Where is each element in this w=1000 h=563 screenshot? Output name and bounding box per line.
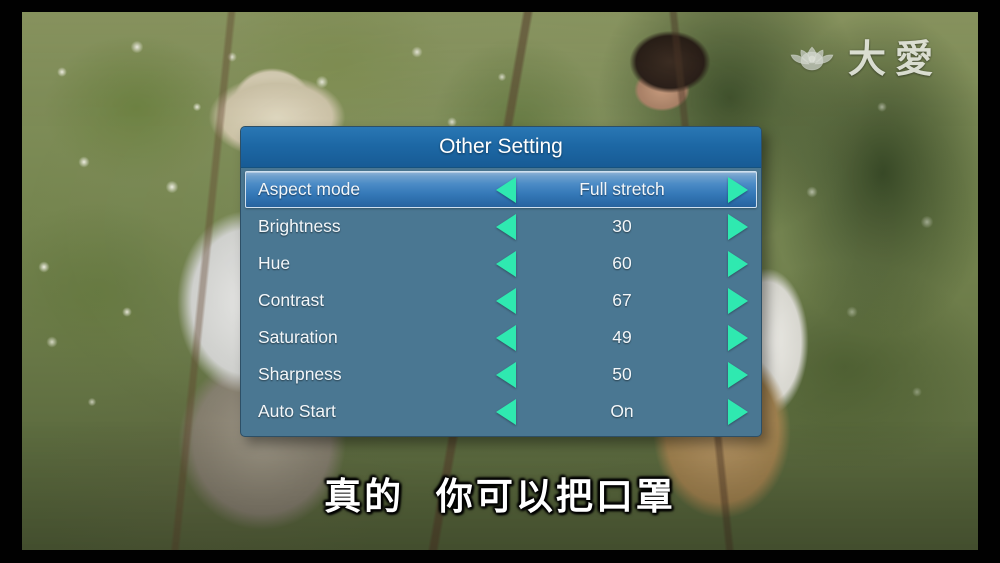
decrease-arrow-left-icon[interactable] [496, 287, 516, 314]
other-setting-panel[interactable]: Other Setting Aspect mode Full stretch Bri… [240, 126, 762, 437]
decrease-arrow-left-icon[interactable] [496, 176, 516, 203]
setting-label: Hue [258, 253, 291, 273]
decrease-arrow-left-icon[interactable] [496, 398, 516, 425]
increase-arrow-right-icon[interactable] [728, 287, 748, 314]
setting-label: Aspect mode [258, 179, 361, 199]
setting-row-auto-start[interactable]: Auto Start On [245, 393, 757, 430]
increase-arrow-right-icon[interactable] [728, 213, 748, 240]
tv-screen: 大愛 真的 你可以把口罩 Other Setting Aspect mode Fu… [0, 0, 1000, 563]
increase-arrow-right-icon[interactable] [728, 176, 748, 203]
setting-row-brightness[interactable]: Brightness 30 [245, 208, 757, 245]
setting-row-saturation[interactable]: Saturation 49 [245, 319, 757, 356]
setting-value: 49 [612, 327, 632, 347]
setting-label: Auto Start [258, 401, 336, 421]
setting-label: Saturation [258, 327, 338, 347]
setting-row-aspect-mode[interactable]: Aspect mode Full stretch [245, 171, 757, 208]
decrease-arrow-left-icon[interactable] [496, 250, 516, 277]
setting-row-hue[interactable]: Hue 60 [245, 245, 757, 282]
increase-arrow-right-icon[interactable] [728, 398, 748, 425]
decrease-arrow-left-icon[interactable] [496, 361, 516, 388]
setting-value: 60 [612, 253, 632, 273]
decrease-arrow-left-icon[interactable] [496, 213, 516, 240]
increase-arrow-right-icon[interactable] [728, 361, 748, 388]
setting-value: On [610, 401, 634, 421]
decrease-arrow-left-icon[interactable] [496, 324, 516, 351]
settings-list: Aspect mode Full stretch Brightness 30 Hue 60… [241, 168, 761, 430]
increase-arrow-right-icon[interactable] [728, 250, 748, 277]
increase-arrow-right-icon[interactable] [728, 324, 748, 351]
setting-value: 30 [612, 216, 632, 236]
panel-title: Other Setting [241, 127, 761, 168]
setting-row-contrast[interactable]: Contrast 67 [245, 282, 757, 319]
setting-label: Contrast [258, 290, 325, 310]
setting-value: 50 [612, 364, 632, 384]
setting-label: Brightness [258, 216, 341, 236]
setting-value: Full stretch [579, 179, 665, 199]
setting-value: 67 [612, 290, 632, 310]
setting-label: Sharpness [258, 364, 342, 384]
setting-row-sharpness[interactable]: Sharpness 50 [245, 356, 757, 393]
